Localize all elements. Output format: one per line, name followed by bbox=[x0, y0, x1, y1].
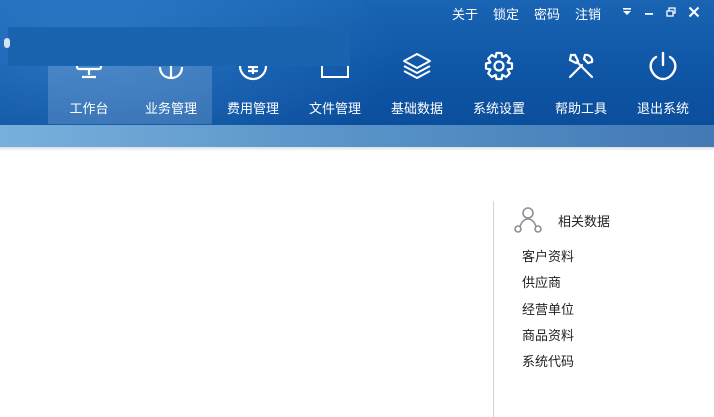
close-icon[interactable] bbox=[682, 0, 706, 26]
top-bar: 关于 锁定 密码 注销 bbox=[452, 0, 714, 26]
share-nodes-icon bbox=[513, 205, 543, 235]
related-data-list: 客户资料 供应商 经营单位 商品资料 系统代码 bbox=[522, 246, 574, 377]
nav-item-settings[interactable]: 系统设置 bbox=[458, 44, 540, 124]
nav-item-label: 业务管理 bbox=[144, 102, 197, 117]
related-link-system-codes[interactable]: 系统代码 bbox=[522, 351, 574, 377]
nav-item-basic-data[interactable]: 基础数据 bbox=[376, 44, 458, 124]
restore-icon[interactable] bbox=[660, 0, 682, 26]
nav-item-label: 文件管理 bbox=[308, 102, 361, 117]
related-link-products[interactable]: 商品资料 bbox=[522, 325, 574, 351]
related-link-customers[interactable]: 客户资料 bbox=[522, 246, 574, 272]
lock-link[interactable]: 锁定 bbox=[493, 4, 519, 23]
power-icon bbox=[647, 50, 679, 82]
panel-divider bbox=[493, 201, 494, 417]
related-data-title: 相关数据 bbox=[558, 215, 611, 230]
nav-item-label: 系统设置 bbox=[472, 102, 525, 117]
sub-bar-shadow bbox=[0, 147, 714, 151]
nav-item-label: 退出系统 bbox=[636, 102, 689, 117]
gear-icon bbox=[483, 50, 515, 82]
logout-link[interactable]: 注销 bbox=[575, 4, 601, 23]
nav-item-label: 帮助工具 bbox=[554, 102, 607, 117]
nav-item-help-tools[interactable]: 帮助工具 bbox=[540, 44, 622, 124]
minimize-icon[interactable] bbox=[638, 0, 660, 26]
related-link-business-units[interactable]: 经营单位 bbox=[522, 299, 574, 325]
about-link[interactable]: 关于 bbox=[452, 4, 478, 23]
layers-icon bbox=[401, 50, 433, 82]
nav-item-label: 费用管理 bbox=[226, 102, 279, 117]
sub-bar bbox=[0, 125, 714, 147]
tools-icon bbox=[565, 50, 597, 82]
nav-item-exit[interactable]: 退出系统 bbox=[622, 44, 704, 124]
nav-item-label: 工作台 bbox=[69, 102, 109, 117]
app-header: 关于 锁定 密码 注销 工作台 业务管理 费用管理 文件管理 基础数据 系统设置… bbox=[0, 0, 714, 125]
dropdown-icon[interactable] bbox=[616, 0, 638, 26]
password-link[interactable]: 密码 bbox=[534, 4, 560, 23]
logo-edge bbox=[4, 38, 10, 48]
related-link-suppliers[interactable]: 供应商 bbox=[522, 272, 574, 298]
nav-item-label: 基础数据 bbox=[390, 102, 443, 117]
logo-area bbox=[8, 27, 350, 66]
